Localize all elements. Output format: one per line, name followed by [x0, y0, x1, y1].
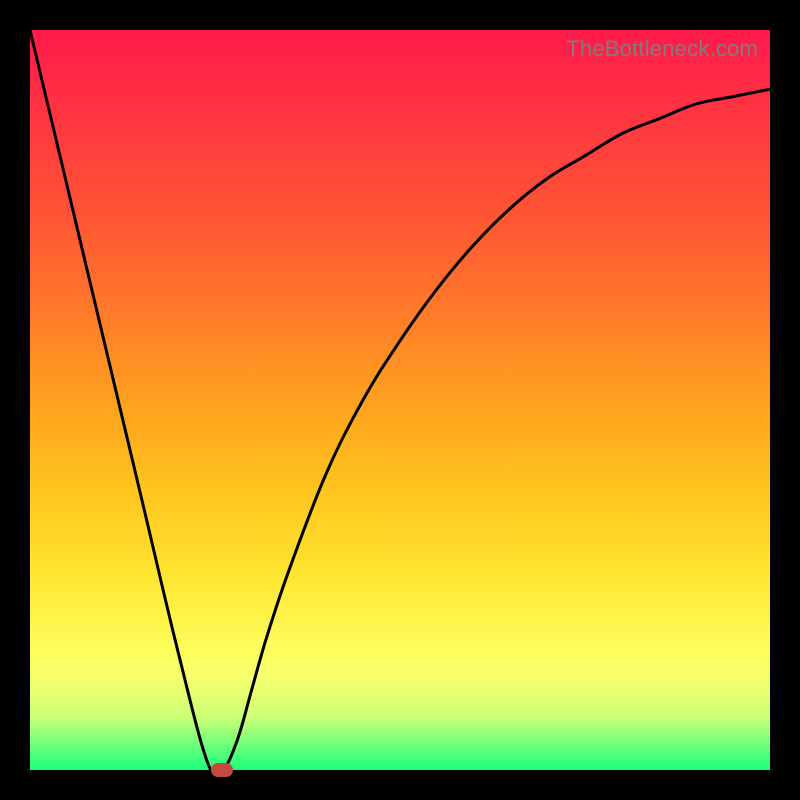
plot-area: TheBottleneck.com [30, 30, 770, 770]
bottleneck-curve [30, 30, 770, 770]
chart-frame: TheBottleneck.com [0, 0, 800, 800]
optimal-point-marker [211, 763, 233, 777]
